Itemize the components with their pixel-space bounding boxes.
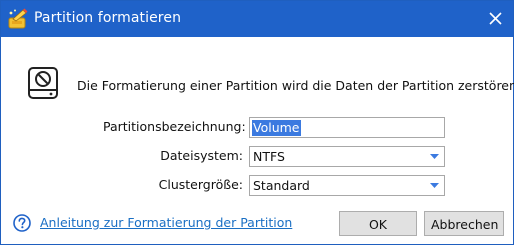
close-icon (489, 12, 502, 25)
filesystem-select[interactable]: NTFS (249, 146, 445, 167)
cancel-button[interactable]: Abbrechen (424, 211, 504, 236)
cluster-size-dropdown-button[interactable] (425, 176, 444, 195)
cluster-size-select[interactable]: Standard (249, 175, 445, 196)
partition-label-input[interactable]: Volume (249, 117, 445, 138)
cluster-size-label: Clustergröße: (158, 177, 243, 192)
close-button[interactable] (479, 1, 513, 37)
warning-message: Die Formatierung einer Partition wird di… (77, 78, 514, 93)
title-bar[interactable]: Partition formatieren (1, 1, 513, 37)
partition-label-value: Volume (252, 120, 301, 136)
chevron-down-icon (430, 183, 439, 188)
format-partition-dialog: Partition formatieren Die Formatierung e… (0, 0, 514, 245)
filesystem-dropdown-button[interactable] (425, 147, 444, 166)
window-title: Partition formatieren (34, 10, 182, 26)
filesystem-value: NTFS (253, 149, 285, 164)
ok-button[interactable]: OK (339, 211, 417, 236)
filesystem-label: Dateisystem: (160, 148, 243, 163)
cluster-size-value: Standard (253, 178, 310, 193)
partition-label-label: Partitionsbezeichnung: (103, 119, 246, 134)
chevron-down-icon (430, 154, 439, 159)
disk-prohibited-icon (27, 66, 59, 100)
question-circle-icon[interactable] (13, 214, 31, 232)
wizard-app-icon (7, 8, 29, 30)
help-link[interactable]: Anleitung zur Formatierung der Partition (40, 215, 292, 230)
